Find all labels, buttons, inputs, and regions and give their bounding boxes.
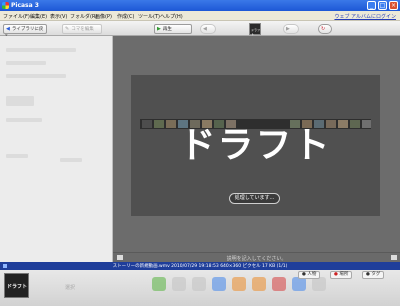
pin-icon: ● bbox=[334, 272, 338, 277]
back-to-library-button[interactable]: ◀ライブラリに戻る bbox=[3, 24, 47, 40]
play-label: 再生 bbox=[162, 27, 172, 32]
tags-label: タグ bbox=[371, 272, 381, 277]
rotate-button[interactable]: ↻ bbox=[318, 24, 332, 34]
prev-icon: ◀ bbox=[203, 26, 207, 32]
current-thumbnail-text: ドラフト bbox=[251, 28, 261, 36]
menu-folder[interactable]: フォルダ(R) bbox=[70, 13, 97, 20]
current-thumbnail[interactable]: ドラフト bbox=[249, 23, 261, 36]
sidebar-option[interactable] bbox=[6, 61, 46, 65]
places-button[interactable]: ● 場所 bbox=[330, 271, 353, 279]
play-button[interactable]: ▶ 再生 bbox=[154, 24, 192, 34]
menu-create[interactable]: 作成(C) bbox=[117, 13, 134, 20]
menu-file[interactable]: ファイル(F) bbox=[3, 13, 30, 20]
movie-maker-sidebar bbox=[0, 36, 113, 262]
info-icon[interactable] bbox=[391, 255, 397, 260]
processing-button[interactable]: 処理しています... bbox=[229, 193, 280, 204]
tag-icon: ● bbox=[366, 272, 370, 277]
collage-icon[interactable] bbox=[272, 277, 286, 291]
caption-input[interactable]: 説明を記入してください。 bbox=[113, 255, 400, 262]
edit-frame-button[interactable]: ✎ コマを編集 bbox=[62, 24, 102, 34]
window-title: Picasa 3 bbox=[11, 2, 39, 9]
movie-icon[interactable] bbox=[292, 277, 306, 291]
sidebar-option[interactable] bbox=[6, 118, 42, 122]
export-icon[interactable] bbox=[212, 277, 226, 291]
people-label: 人物 bbox=[307, 272, 317, 277]
menu-edit[interactable]: 編集(E) bbox=[30, 13, 47, 20]
title-bar: Picasa 3 _ □ × bbox=[0, 0, 400, 11]
people-button[interactable]: ● 人物 bbox=[298, 271, 321, 279]
play-icon: ▶ bbox=[157, 26, 161, 32]
sidebar-option[interactable] bbox=[6, 154, 28, 158]
edit-icon: ✎ bbox=[65, 26, 70, 32]
shop-icon[interactable] bbox=[232, 277, 246, 291]
menu-bar: ファイル(F) 編集(E) 表示(V) フォルダ(R) 画像(P) 作成(C) … bbox=[0, 11, 400, 21]
picasa-icon bbox=[2, 2, 9, 9]
prev-button[interactable]: ◀ bbox=[200, 24, 216, 34]
status-text: ストーリーの新規動画.wmv 2010/07/29 19:18:53 640×3… bbox=[112, 264, 288, 269]
rotate-icon: ↻ bbox=[321, 26, 326, 32]
draft-overlay-text: ドラフト bbox=[179, 125, 332, 166]
minimize-button[interactable]: _ bbox=[367, 1, 376, 10]
person-icon: ● bbox=[302, 272, 306, 277]
email-icon[interactable] bbox=[172, 277, 186, 291]
print-icon[interactable] bbox=[192, 277, 206, 291]
edit-frame-label: コマを編集 bbox=[71, 27, 94, 32]
tags-button[interactable]: ● タグ bbox=[362, 271, 385, 279]
toolbar: ◀ライブラリに戻る ✎コマを編集 ▶再生 ◀ ▶ ↻ bbox=[0, 21, 400, 40]
tray-thumbnail-text: ドラフト bbox=[7, 284, 28, 290]
web-album-login-link[interactable]: ウェブ アルバムにログイン bbox=[334, 13, 396, 20]
menu-tools[interactable]: ツール(T) bbox=[138, 13, 160, 20]
close-button[interactable]: × bbox=[389, 1, 398, 10]
tray-thumbnail[interactable]: ドラフト bbox=[4, 273, 29, 298]
photo-tray: ドラフト 選択 ● 人物 ● 場所 ● タグ bbox=[0, 270, 400, 306]
tray-label: 選択 bbox=[65, 285, 76, 291]
sidebar-option[interactable] bbox=[6, 74, 66, 78]
back-arrow-icon: ◀ bbox=[6, 26, 10, 32]
blog-icon[interactable] bbox=[252, 277, 266, 291]
places-label: 場所 bbox=[339, 272, 349, 277]
menu-help[interactable]: ヘルプ(H) bbox=[160, 13, 183, 20]
sidebar-option[interactable] bbox=[6, 96, 34, 106]
next-button[interactable]: ▶ bbox=[283, 24, 299, 34]
geotag-icon[interactable] bbox=[312, 277, 326, 291]
status-bar: ストーリーの新規動画.wmv 2010/07/29 19:18:53 640×3… bbox=[0, 262, 400, 270]
next-icon: ▶ bbox=[286, 26, 290, 32]
menu-view[interactable]: 表示(V) bbox=[50, 13, 67, 20]
upload-icon[interactable] bbox=[152, 277, 166, 291]
sidebar-option[interactable] bbox=[60, 158, 82, 162]
sidebar-tab-row[interactable] bbox=[6, 48, 76, 52]
caption-bar: 説明を記入してください。 bbox=[113, 252, 400, 262]
maximize-button[interactable]: □ bbox=[378, 1, 387, 10]
menu-picture[interactable]: 画像(P) bbox=[95, 13, 112, 20]
